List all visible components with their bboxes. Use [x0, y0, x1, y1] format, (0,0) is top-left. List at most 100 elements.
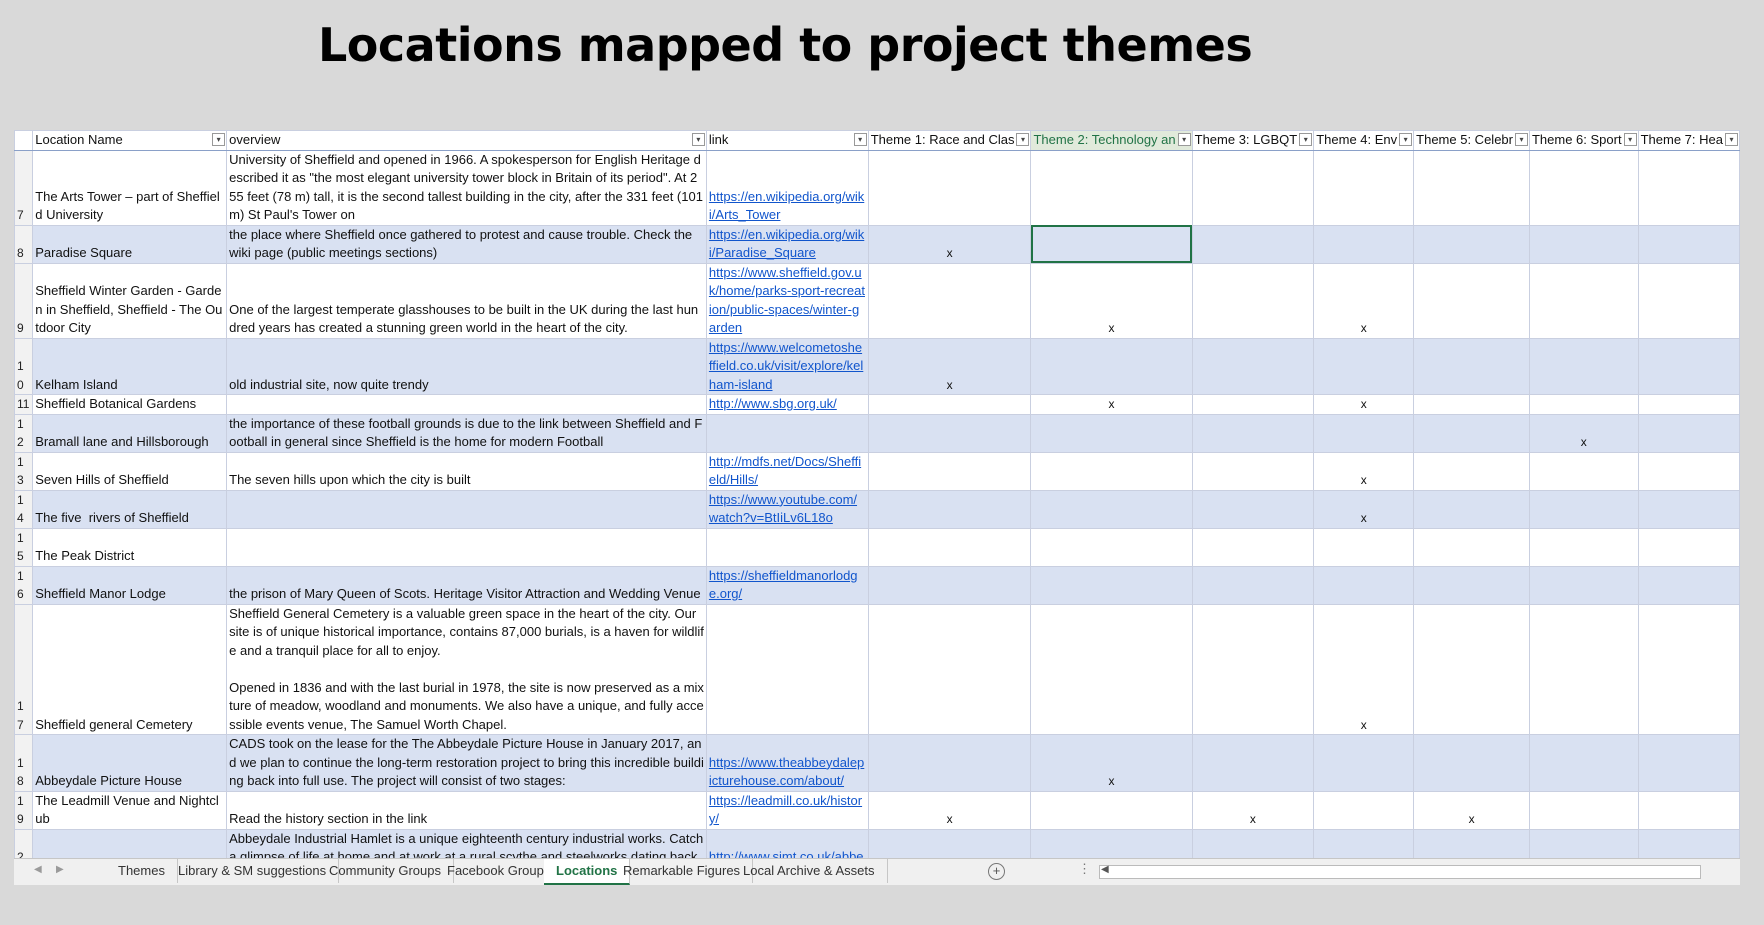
overview-cell[interactable]: CADS took on the lease for the The Abbey… [226, 734, 707, 792]
theme-4-cell[interactable]: x [1313, 603, 1415, 735]
overview-cell[interactable]: University of Sheffield and opened in 19… [226, 149, 707, 226]
theme-2-cell[interactable] [1030, 224, 1193, 264]
location-name-cell[interactable]: Sheffield Manor Lodge [32, 565, 228, 605]
theme-1-cell[interactable] [867, 734, 1032, 792]
theme-2-cell[interactable]: x [1030, 394, 1193, 415]
overview-cell[interactable] [226, 489, 707, 529]
theme-2-cell[interactable] [1030, 790, 1193, 830]
location-name-cell[interactable]: The Arts Tower – part of Sheffield Unive… [32, 149, 228, 226]
theme-3-cell[interactable] [1191, 262, 1315, 339]
theme-1-cell[interactable] [867, 394, 1032, 415]
theme-1-cell[interactable]: x [867, 224, 1032, 264]
theme-4-cell[interactable] [1313, 565, 1415, 605]
theme-1-cell[interactable] [867, 603, 1032, 735]
corner-cell[interactable] [14, 130, 34, 151]
theme-5-cell[interactable] [1413, 527, 1530, 567]
filter-dropdown-icon[interactable]: ▾ [1725, 133, 1738, 146]
row-number[interactable]: 19 [14, 790, 34, 830]
theme-1-cell[interactable] [867, 527, 1032, 567]
theme-5-cell[interactable] [1413, 828, 1530, 858]
link-cell[interactable]: https://www.sheffield.gov.uk/home/parks-… [705, 262, 869, 339]
theme-1-cell[interactable]: x [867, 337, 1032, 395]
filter-dropdown-icon[interactable]: ▾ [1177, 133, 1191, 146]
header-theme-7[interactable]: Theme 7: Hea ▾ [1637, 130, 1740, 151]
theme-5-cell[interactable] [1413, 413, 1530, 453]
theme-5-cell[interactable] [1413, 337, 1530, 395]
theme-6-cell[interactable] [1528, 734, 1639, 792]
location-name-cell[interactable]: Abbeydale Industrial Hamlet [32, 828, 228, 858]
link-cell[interactable]: https://www.theabbeydalepicturehouse.com… [705, 734, 869, 792]
overview-cell[interactable]: The seven hills upon which the city is b… [226, 451, 707, 491]
link-cell[interactable]: http://www.sbg.org.uk/ [705, 394, 869, 415]
location-name-cell[interactable]: Sheffield Winter Garden - Garden in Shef… [32, 262, 228, 339]
theme-4-cell[interactable] [1313, 224, 1415, 264]
location-name-cell[interactable]: Bramall lane and Hillsborough [32, 413, 228, 453]
header-theme-5[interactable]: Theme 5: Celebr ▾ [1413, 130, 1530, 151]
row-number[interactable]: 14 [14, 489, 34, 529]
theme-3-cell[interactable] [1191, 451, 1315, 491]
theme-4-cell[interactable] [1313, 149, 1415, 226]
theme-4-cell[interactable]: x [1313, 489, 1415, 529]
theme-6-cell[interactable] [1528, 451, 1639, 491]
theme-2-cell[interactable] [1030, 413, 1193, 453]
theme-3-cell[interactable] [1191, 224, 1315, 264]
theme-1-cell[interactable] [867, 565, 1032, 605]
theme-2-cell[interactable] [1030, 527, 1193, 567]
theme-3-cell[interactable] [1191, 734, 1315, 792]
row-number[interactable]: 9 [14, 262, 34, 339]
theme-7-cell[interactable] [1637, 451, 1740, 491]
theme-3-cell[interactable] [1191, 149, 1315, 226]
overview-cell[interactable] [226, 394, 707, 415]
theme-1-cell[interactable] [867, 451, 1032, 491]
overview-cell[interactable]: Read the history section in the link [226, 790, 707, 830]
theme-5-cell[interactable] [1413, 603, 1530, 735]
filter-dropdown-icon[interactable]: ▾ [853, 133, 867, 146]
link-cell[interactable]: https://en.wikipedia.org/wiki/Arts_Tower [705, 149, 869, 226]
theme-3-cell[interactable] [1191, 828, 1315, 858]
theme-1-cell[interactable] [867, 262, 1032, 339]
theme-5-cell[interactable] [1413, 565, 1530, 605]
overview-cell[interactable]: old industrial site, now quite trendy [226, 337, 707, 395]
theme-3-cell[interactable] [1191, 565, 1315, 605]
theme-4-cell[interactable] [1313, 734, 1415, 792]
row-number[interactable]: 13 [14, 451, 34, 491]
theme-1-cell[interactable] [867, 149, 1032, 226]
row-number[interactable]: 20 [14, 828, 34, 858]
location-name-cell[interactable]: Sheffield Botanical Gardens [32, 394, 228, 415]
theme-4-cell[interactable] [1313, 828, 1415, 858]
theme-7-cell[interactable] [1637, 603, 1740, 735]
theme-4-cell[interactable] [1313, 790, 1415, 830]
theme-5-cell[interactable] [1413, 451, 1530, 491]
header-location-name[interactable]: Location Name ▾ [32, 130, 228, 151]
header-overview[interactable]: overview ▾ [226, 130, 707, 151]
theme-3-cell[interactable] [1191, 603, 1315, 735]
theme-7-cell[interactable] [1637, 149, 1740, 226]
tab-scroll-right-icon[interactable]: ▶ [56, 864, 64, 875]
theme-6-cell[interactable] [1528, 149, 1639, 226]
theme-1-cell[interactable]: x [867, 828, 1032, 858]
theme-7-cell[interactable] [1637, 224, 1740, 264]
theme-6-cell[interactable] [1528, 565, 1639, 605]
theme-4-cell[interactable] [1313, 527, 1415, 567]
add-sheet-icon[interactable]: + [988, 863, 1005, 880]
location-name-cell[interactable]: The five rivers of Sheffield [32, 489, 228, 529]
link-cell[interactable] [705, 527, 869, 567]
filter-dropdown-icon[interactable]: ▾ [1623, 133, 1637, 146]
link-cell[interactable]: http://mdfs.net/Docs/Sheffield/Hills/ [705, 451, 869, 491]
theme-5-cell[interactable] [1413, 262, 1530, 339]
theme-4-cell[interactable]: x [1313, 394, 1415, 415]
theme-3-cell[interactable] [1191, 527, 1315, 567]
horizontal-scrollbar[interactable]: ◀ [1099, 864, 1701, 879]
scroll-left-arrow-icon[interactable]: ◀ [1101, 864, 1109, 875]
row-number[interactable]: 7 [14, 149, 34, 226]
theme-1-cell[interactable]: x [867, 790, 1032, 830]
filter-dropdown-icon[interactable]: ▾ [1299, 133, 1313, 146]
row-number[interactable]: 8 [14, 224, 34, 264]
overview-cell[interactable]: Sheffield General Cemetery is a valuable… [226, 603, 707, 735]
theme-6-cell[interactable]: x [1528, 413, 1639, 453]
theme-5-cell[interactable] [1413, 394, 1530, 415]
theme-1-cell[interactable] [867, 413, 1032, 453]
theme-7-cell[interactable] [1637, 337, 1740, 395]
filter-dropdown-icon[interactable]: ▾ [1514, 133, 1528, 146]
theme-6-cell[interactable] [1528, 224, 1639, 264]
